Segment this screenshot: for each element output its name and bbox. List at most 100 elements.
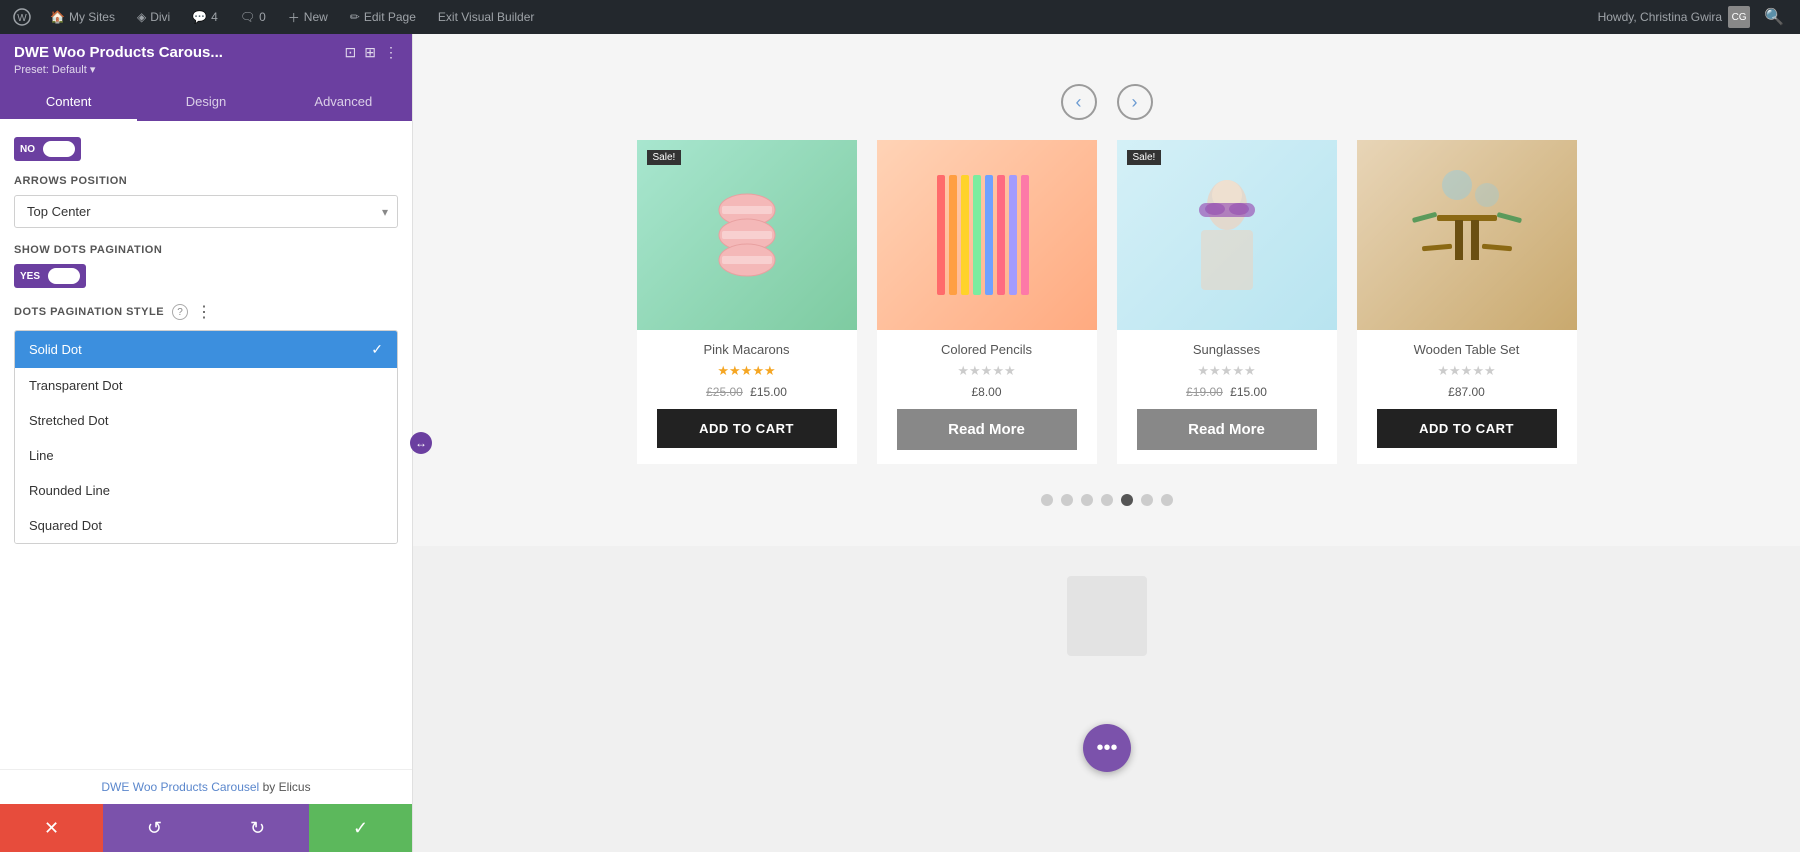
panel-preset[interactable]: Preset: Default ▾	[14, 63, 398, 76]
speech-icon: 🗨	[240, 10, 255, 24]
product-info-sunglasses: Sunglasses ★★★★★ £19.00 £15.00 Read more	[1117, 330, 1337, 464]
admin-bar-user: Howdy, Christina Gwira CG 🔍	[1598, 6, 1792, 28]
footer-section	[413, 546, 1800, 686]
chevron-right-icon: ›	[1132, 92, 1138, 113]
dots-style-item-line[interactable]: Line	[15, 438, 397, 473]
pin-icon[interactable]: ⊡	[345, 44, 357, 61]
sale-badge: Sale!	[647, 150, 682, 165]
carousel-section: ‹ › Sale!	[413, 34, 1800, 546]
dot-6[interactable]	[1141, 494, 1153, 506]
footer-plugin-link[interactable]: DWE Woo Products Carousel	[101, 780, 259, 794]
product-card-wooden-table-set: Quickview Wooden Table Set ★★★★★ £87.00 …	[1357, 140, 1577, 464]
sale-badge-sunglasses: Sale!	[1127, 150, 1162, 165]
dot-3[interactable]	[1081, 494, 1093, 506]
bottom-action-bar: ✕ ↺ ↻ ✓	[0, 804, 412, 852]
product-info-wooden-table-set: Wooden Table Set ★★★★★ £87.00 Add to car…	[1357, 330, 1577, 462]
admin-bar-comments-count[interactable]: 💬 4	[184, 0, 226, 34]
product-price-pink-macarons: £25.00 £15.00	[647, 385, 847, 399]
dot-5[interactable]	[1121, 494, 1133, 506]
add-to-cart-pink-macarons[interactable]: Add to cart	[657, 409, 837, 448]
carousel-next-arrow[interactable]: ›	[1117, 84, 1153, 120]
tab-content[interactable]: Content	[0, 84, 137, 121]
product-image-sunglasses: Sale! Quickview	[1117, 140, 1337, 330]
svg-text:W: W	[17, 13, 27, 24]
save-button[interactable]: ✓	[309, 804, 412, 852]
dots-style-list: Solid Dot ✓ Transparent Dot Stretched Do…	[14, 330, 398, 544]
price-new-wooden-table-set: £87.00	[1448, 385, 1485, 399]
dots-style-item-rounded-line[interactable]: Rounded Line	[15, 473, 397, 508]
dot-1[interactable]	[1041, 494, 1053, 506]
tab-design[interactable]: Design	[137, 84, 274, 121]
product-name-sunglasses: Sunglasses	[1127, 342, 1327, 357]
product-price-colored-pencils: £8.00	[887, 385, 1087, 399]
add-to-cart-wooden-table-set[interactable]: Add to cart	[1377, 409, 1557, 448]
help-icon[interactable]: ?	[172, 304, 188, 320]
product-image-colored-pencils: Quickview	[877, 140, 1097, 330]
price-old-sunglasses: £19.00	[1186, 385, 1223, 399]
toggle-no-button[interactable]: NO	[14, 137, 81, 161]
admin-bar-new[interactable]: ＋ New	[280, 0, 336, 34]
show-dots-label-row: Show Dots Pagination	[14, 244, 398, 256]
dots-style-item-squared-dot[interactable]: Squared Dot	[15, 508, 397, 543]
more-options-icon[interactable]: ⋮	[384, 44, 398, 61]
dot-2[interactable]	[1061, 494, 1073, 506]
undo-button[interactable]: ↺	[103, 804, 206, 852]
show-dots-label: Show Dots Pagination	[14, 244, 162, 256]
grid-icon[interactable]: ⊞	[364, 44, 376, 61]
panel-title: DWE Woo Products Carous...	[14, 44, 223, 61]
admin-bar-divi[interactable]: ◈ Divi	[129, 0, 178, 34]
edit-icon: ✏	[350, 10, 360, 24]
product-name-pink-macarons: Pink Macarons	[647, 342, 847, 357]
cancel-button[interactable]: ✕	[0, 804, 103, 852]
panel-tabs: Content Design Advanced	[0, 84, 412, 121]
fab-icon: •••	[1096, 737, 1117, 760]
search-icon[interactable]: 🔍	[1756, 7, 1792, 27]
admin-bar-my-sites[interactable]: 🏠 My Sites	[42, 0, 123, 34]
product-stars-colored-pencils: ★★★★★	[887, 363, 1087, 379]
dots-style-item-solid-dot[interactable]: Solid Dot ✓	[15, 331, 397, 368]
product-card-colored-pencils: Quickview Colored Pencils ★★★★★ £8.00 Re…	[877, 140, 1097, 464]
carousel-prev-arrow[interactable]: ‹	[1061, 84, 1097, 120]
dots-pagination	[453, 494, 1760, 506]
tab-advanced[interactable]: Advanced	[275, 84, 412, 121]
product-card-sunglasses: Sale! Quickview Sunglasse	[1117, 140, 1337, 464]
dots-style-item-stretched-dot[interactable]: Stretched Dot	[15, 403, 397, 438]
product-info-colored-pencils: Colored Pencils ★★★★★ £8.00 Read more	[877, 330, 1097, 464]
dot-7[interactable]	[1161, 494, 1173, 506]
product-price-wooden-table-set: £87.00	[1367, 385, 1567, 399]
read-more-sunglasses[interactable]: Read more	[1137, 409, 1317, 450]
price-old-pink-macarons: £25.00	[706, 385, 743, 399]
admin-bar-speech-count[interactable]: 🗨 0	[232, 0, 274, 34]
admin-bar-edit-page[interactable]: ✏ Edit Page	[342, 0, 424, 34]
save-icon: ✓	[353, 818, 368, 839]
product-info-pink-macarons: Pink Macarons ★★★★★ £25.00 £15.00 Add to…	[637, 330, 857, 462]
dots-style-label: Dots Pagination Style	[14, 306, 164, 318]
panel-drag-handle[interactable]: ↔	[410, 432, 432, 454]
read-more-colored-pencils[interactable]: Read more	[897, 409, 1077, 450]
carousel-navigation: ‹ ›	[453, 84, 1760, 120]
more-options-dots-icon[interactable]: ⋮	[196, 302, 212, 322]
product-name-wooden-table-set: Wooden Table Set	[1367, 342, 1567, 357]
product-stars-wooden-table-set: ★★★★★	[1367, 363, 1567, 379]
product-stars-pink-macarons: ★★★★★	[647, 363, 847, 379]
price-new-pink-macarons: £15.00	[750, 385, 787, 399]
check-icon: ✓	[371, 341, 383, 358]
dots-toggle-yes-button[interactable]: YES	[14, 264, 86, 288]
products-grid: Sale! Quickview Pink Maca	[453, 140, 1760, 464]
dot-4[interactable]	[1101, 494, 1113, 506]
wordpress-logo-icon[interactable]: W	[8, 3, 36, 31]
panel-content: NO Arrows Position Top Center Bottom Cen…	[0, 121, 412, 769]
product-image-pink-macarons: Sale! Quickview	[637, 140, 857, 330]
wp-admin-bar: W 🏠 My Sites ◈ Divi 💬 4 🗨 0 ＋ New ✏ Edit…	[0, 0, 1800, 34]
dots-style-label-row: Dots Pagination Style ? ⋮	[14, 302, 398, 322]
redo-icon: ↻	[250, 818, 265, 839]
arrows-position-select-wrapper: Top Center Bottom Center Top Left Top Ri…	[14, 195, 398, 228]
arrows-position-select[interactable]: Top Center Bottom Center Top Left Top Ri…	[14, 195, 398, 228]
dots-style-item-transparent-dot[interactable]: Transparent Dot	[15, 368, 397, 403]
admin-bar-exit-builder[interactable]: Exit Visual Builder	[430, 0, 543, 34]
bubble-icon: 💬	[192, 10, 207, 24]
floating-fab-button[interactable]: •••	[1083, 724, 1131, 772]
avatar[interactable]: CG	[1728, 6, 1750, 28]
redo-button[interactable]: ↻	[206, 804, 309, 852]
panel-header: DWE Woo Products Carous... ⊡ ⊞ ⋮ Preset:…	[0, 34, 412, 84]
